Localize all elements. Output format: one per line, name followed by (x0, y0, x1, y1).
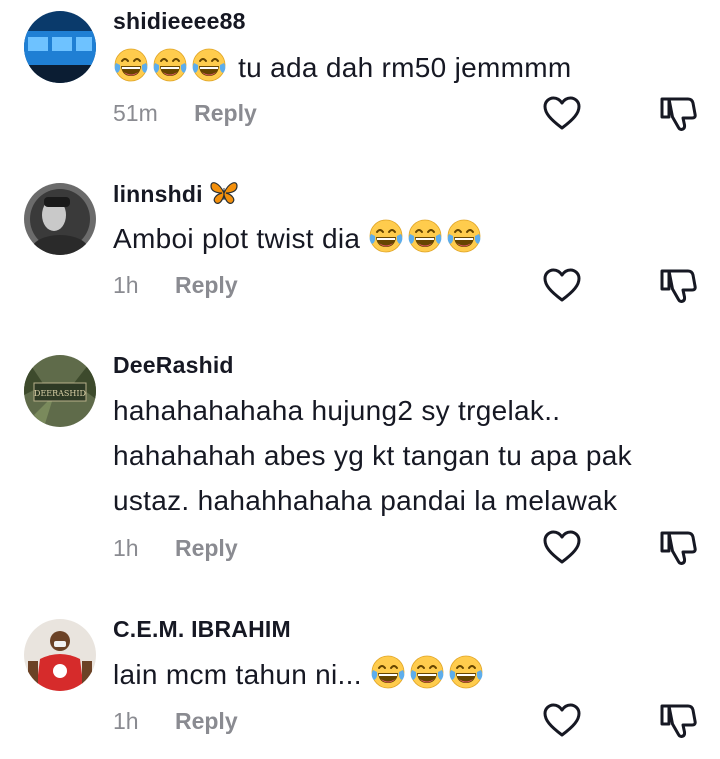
heart-icon[interactable] (542, 528, 582, 568)
avatar-image (24, 183, 96, 255)
username-text: linnshdi (113, 181, 203, 208)
reply-button[interactable]: Reply (175, 272, 238, 299)
username[interactable]: DeeRashid (113, 352, 234, 379)
face-with-tears-of-joy-icon (370, 654, 406, 690)
face-with-tears-of-joy-icon (446, 218, 482, 254)
comment-meta: 1h Reply (113, 535, 238, 562)
comment-text: tu ada dah rm50 jemmmm (113, 45, 703, 90)
heart-icon[interactable] (542, 266, 582, 306)
thumbs-down-icon[interactable] (658, 266, 698, 306)
avatar-image (24, 11, 96, 83)
face-with-tears-of-joy-icon (152, 47, 188, 83)
face-with-tears-of-joy-icon (409, 654, 445, 690)
face-with-tears-of-joy-icon (191, 47, 227, 83)
heart-icon[interactable] (542, 701, 582, 741)
comment-text: lain mcm tahun ni... (113, 652, 703, 697)
thumbs-down-icon[interactable] (658, 94, 698, 134)
avatar[interactable] (24, 183, 96, 255)
avatar-image: DEERASHID (24, 355, 96, 427)
butterfly-icon (209, 180, 239, 212)
comment-text: Amboi plot twist dia (113, 216, 703, 261)
avatar[interactable] (24, 619, 96, 691)
comment-text-line: hahahahah abes yg kt tangan tu apa pak (113, 440, 632, 471)
avatar-image (24, 619, 96, 691)
avatar[interactable]: DEERASHID (24, 355, 96, 427)
username[interactable]: shidieeee88 (113, 8, 246, 35)
timestamp: 1h (113, 708, 139, 734)
reply-button[interactable]: Reply (175, 708, 238, 735)
comment-text: hahahahahaha hujung2 sy trgelak.. hahaha… (113, 388, 703, 523)
comment-meta: 1h Reply (113, 708, 238, 735)
avatar[interactable] (24, 11, 96, 83)
comment-meta: 51m Reply (113, 100, 257, 127)
comment-text-body: Amboi plot twist dia (113, 223, 361, 254)
thumbs-down-icon[interactable] (658, 701, 698, 741)
comment-meta: 1h Reply (113, 272, 238, 299)
comment-text-line: hahahahahaha hujung2 sy trgelak.. (113, 395, 561, 426)
username[interactable]: linnshdi (113, 180, 239, 212)
reply-button[interactable]: Reply (175, 535, 238, 562)
reply-button[interactable]: Reply (194, 100, 257, 127)
timestamp: 1h (113, 272, 139, 298)
thumbs-down-icon[interactable] (658, 528, 698, 568)
face-with-tears-of-joy-icon (448, 654, 484, 690)
face-with-tears-of-joy-icon (407, 218, 443, 254)
svg-text:DEERASHID: DEERASHID (34, 389, 86, 398)
timestamp: 1h (113, 535, 139, 561)
comment-text-body: lain mcm tahun ni... (113, 659, 362, 690)
comment-text-line: ustaz. hahahhahaha pandai la melawak (113, 485, 618, 516)
username[interactable]: C.E.M. IBRAHIM (113, 616, 291, 643)
heart-icon[interactable] (542, 94, 582, 134)
timestamp: 51m (113, 100, 158, 126)
comment-text-body: tu ada dah rm50 jemmmm (238, 52, 572, 83)
face-with-tears-of-joy-icon (113, 47, 149, 83)
face-with-tears-of-joy-icon (368, 218, 404, 254)
